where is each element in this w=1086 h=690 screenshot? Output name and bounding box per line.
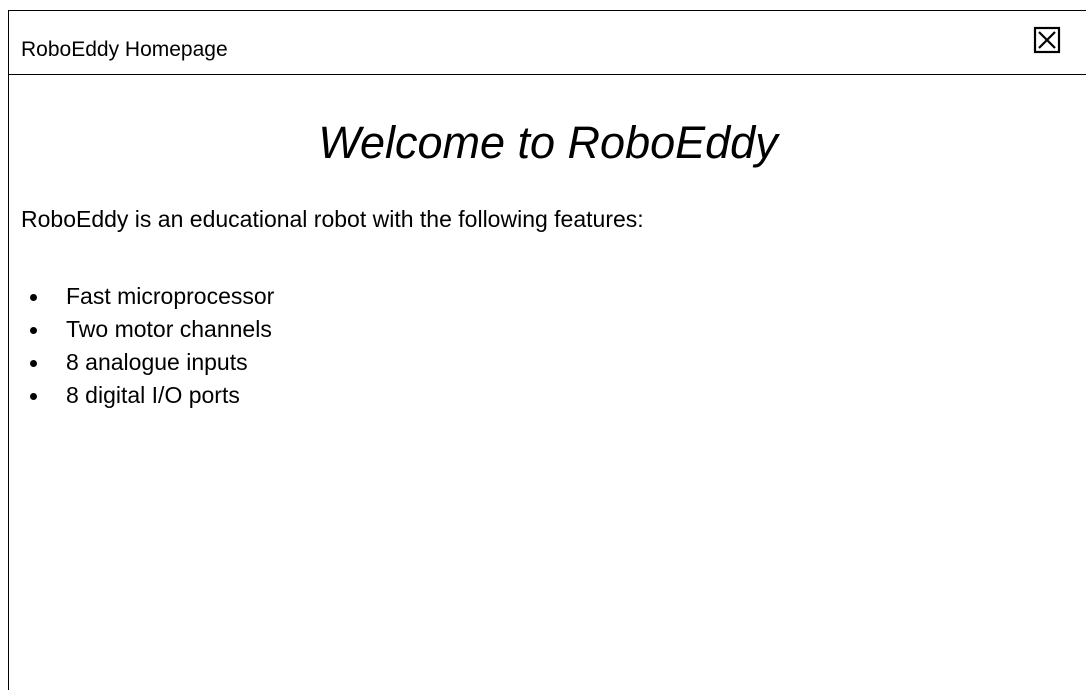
bullet-icon: [30, 327, 37, 334]
feature-label: 8 digital I/O ports: [66, 382, 240, 408]
window-title: RoboEddy Homepage: [21, 38, 228, 61]
page-heading: Welcome to RoboEddy: [318, 117, 778, 168]
bullet-icon: [30, 393, 37, 400]
feature-label: 8 analogue inputs: [66, 349, 248, 375]
bullet-icon: [30, 294, 37, 301]
bullet-icon: [30, 360, 37, 367]
close-button[interactable]: [1033, 26, 1061, 54]
feature-label: Fast microprocessor: [66, 283, 275, 309]
browser-window: RoboEddy Homepage Welcome to RoboEddy Ro…: [8, 10, 1086, 690]
page-content: Welcome to RoboEddy RoboEddy is an educa…: [9, 75, 1086, 680]
feature-label: Two motor channels: [66, 316, 272, 342]
close-box-icon: [1033, 26, 1061, 54]
title-bar: RoboEddy Homepage: [9, 11, 1086, 75]
intro-text: RoboEddy is an educational robot with th…: [21, 206, 644, 232]
